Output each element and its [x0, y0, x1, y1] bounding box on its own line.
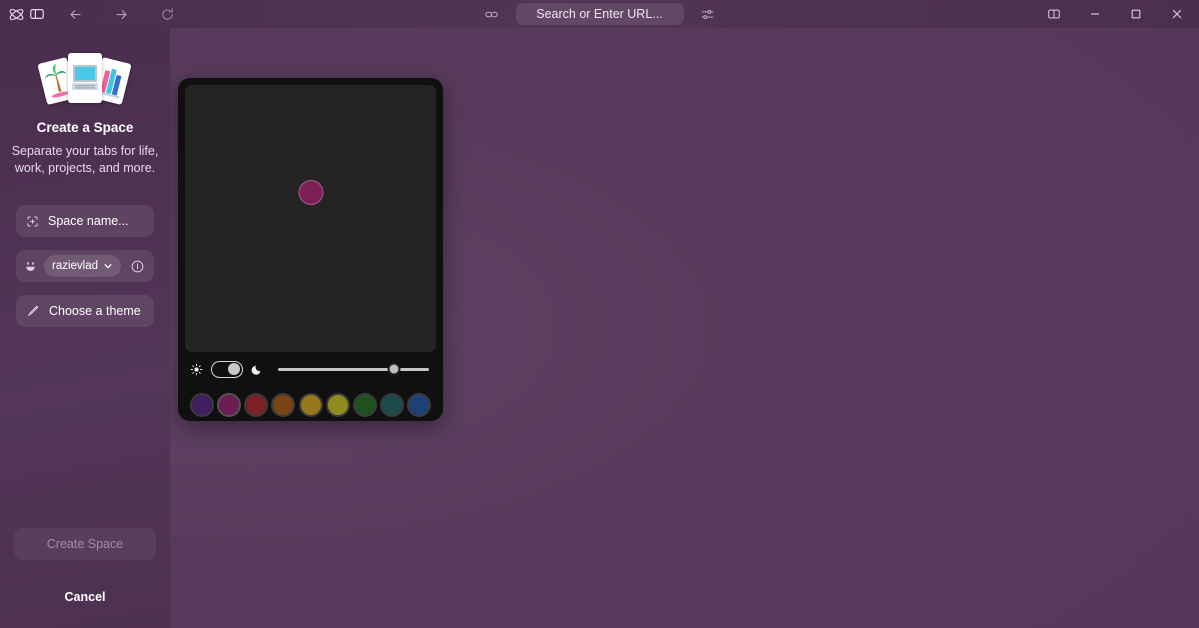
computer-card — [68, 53, 102, 103]
space-name-input[interactable]: Space name... — [16, 205, 154, 237]
search-input[interactable]: Search or Enter URL... — [515, 3, 684, 25]
moon-icon — [251, 365, 261, 375]
navigation-controls — [61, 3, 181, 25]
theme-picker-popover — [178, 78, 443, 421]
maximize-button[interactable] — [1115, 0, 1156, 28]
theme-swatch-olive[interactable] — [325, 393, 350, 417]
close-button[interactable] — [1156, 0, 1197, 28]
profile-info-button[interactable] — [130, 259, 145, 274]
theme-swatch-gold[interactable] — [298, 393, 323, 417]
create-space-sidebar: Create a Space Separate your tabs for li… — [0, 28, 170, 628]
browser-window: Search or Enter URL... Create a Space Se… — [0, 0, 1199, 628]
profile-name: razievlad — [52, 260, 99, 272]
main-content-area — [170, 28, 1199, 628]
titlebar-left-controls — [0, 3, 173, 25]
cancel-button[interactable]: Cancel — [47, 584, 124, 610]
link-icon[interactable] — [478, 3, 506, 25]
reload-button[interactable] — [153, 3, 181, 25]
window-body: Create a Space Separate your tabs for li… — [0, 28, 1199, 628]
theme-swatch-brown[interactable] — [271, 393, 296, 417]
sidebar-actions: Create Space Cancel — [0, 528, 170, 628]
choose-theme-button[interactable]: Choose a theme — [16, 295, 154, 327]
theme-swatch-red[interactable] — [244, 393, 269, 417]
page-subtitle: Separate your tabs for life, work, proje… — [11, 144, 159, 175]
theme-swatch-green[interactable] — [352, 393, 377, 417]
theme-swatch-blue[interactable] — [407, 393, 431, 417]
theme-swatch-purple[interactable] — [190, 393, 214, 417]
forward-button[interactable] — [107, 3, 135, 25]
theme-mode-controls — [185, 352, 436, 386]
theme-swatch-teal[interactable] — [379, 393, 404, 417]
space-grid-icon — [27, 215, 38, 227]
theme-swatch-magenta[interactable] — [217, 393, 242, 417]
info-circle-icon — [131, 260, 144, 272]
paintbrush-icon — [27, 305, 39, 317]
theme-preview — [185, 85, 436, 352]
sun-icon — [190, 363, 203, 375]
window-controls — [1033, 0, 1199, 28]
create-space-button[interactable]: Create Space — [14, 528, 156, 560]
slider-knob[interactable] — [387, 362, 401, 376]
page-title: Create a Space — [36, 120, 134, 135]
sliders-icon[interactable] — [694, 3, 722, 25]
chevron-down-icon — [104, 264, 112, 269]
slider-track — [278, 367, 429, 371]
space-name-placeholder: Space name... — [48, 214, 129, 228]
profile-dropdown[interactable]: razievlad — [44, 255, 122, 277]
profile-selector-row: razievlad — [16, 250, 154, 282]
arc-logo-icon[interactable] — [8, 3, 25, 25]
titlebar: Search or Enter URL... — [0, 0, 1199, 28]
minimize-button[interactable] — [1074, 0, 1115, 28]
toggle-knob — [228, 363, 240, 375]
dark-mode-toggle[interactable] — [211, 360, 243, 378]
smiley-face-icon — [26, 261, 35, 271]
split-view-icon[interactable] — [1033, 0, 1074, 28]
theme-color-swatches — [185, 386, 436, 424]
sidebar-panel-icon[interactable] — [29, 3, 45, 25]
choose-theme-label: Choose a theme — [49, 304, 141, 318]
back-button[interactable] — [61, 3, 89, 25]
space-cards-illustration — [37, 50, 132, 106]
theme-preview-color-dot — [298, 180, 323, 205]
theme-intensity-slider[interactable] — [278, 361, 429, 377]
